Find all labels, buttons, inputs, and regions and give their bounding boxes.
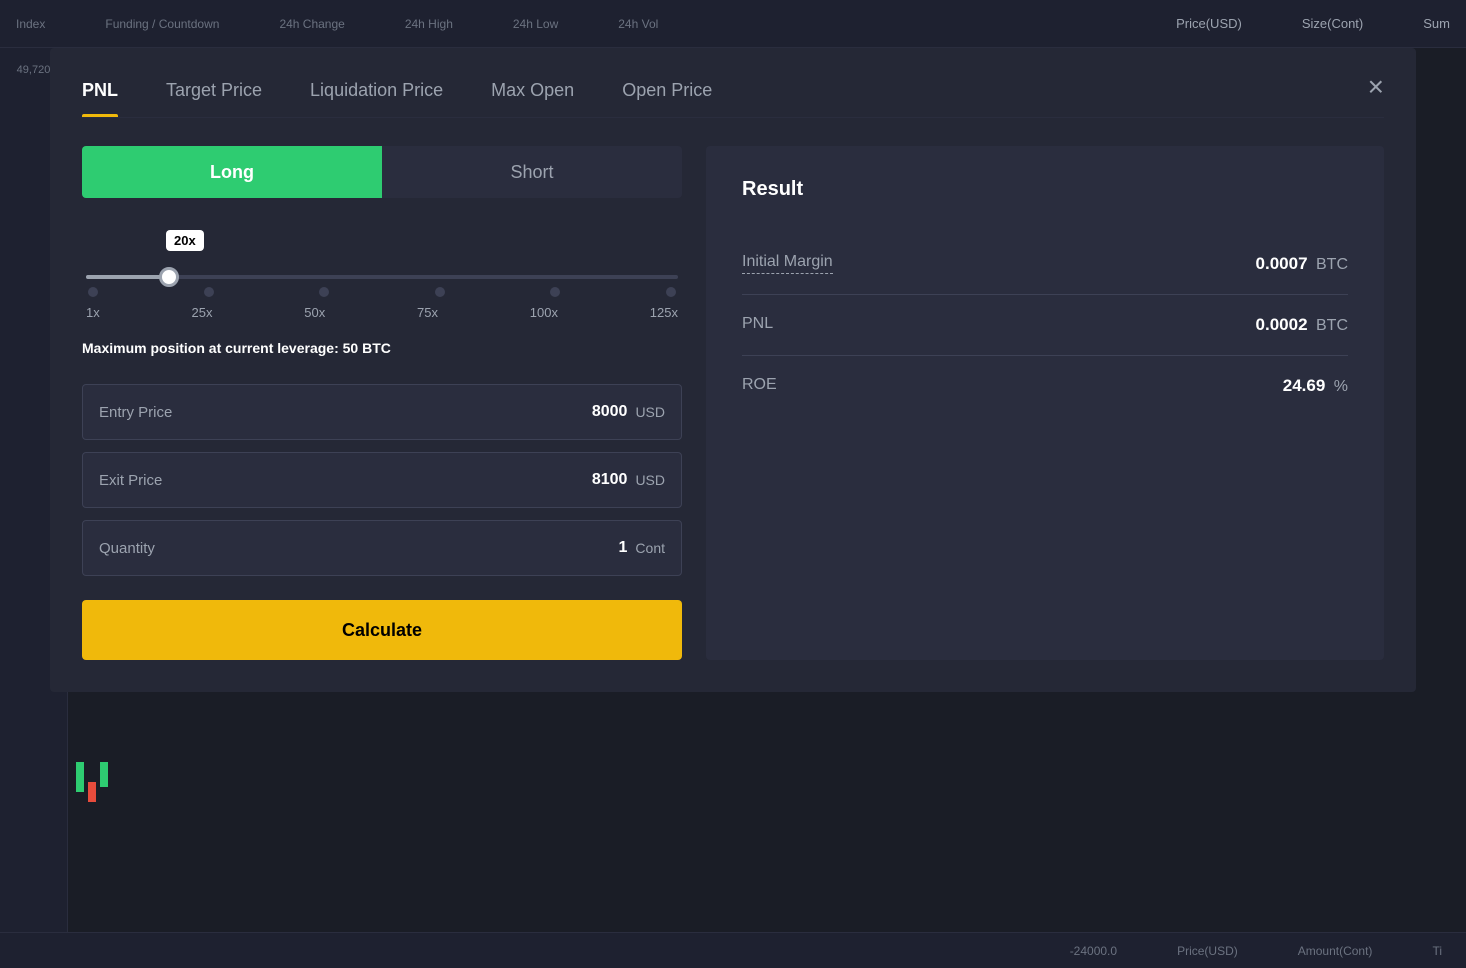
initial-margin-row: Initial Margin 0.0007 BTC [742,233,1348,295]
roe-label: ROE [742,376,777,396]
roe-value: 24.69 % [1283,376,1348,396]
quantity-label: Quantity [99,540,619,557]
index-label: Index [16,17,45,31]
slider-dot-25 [204,287,214,297]
long-short-toggle: Long Short [82,146,682,198]
exit-price-unit: USD [635,472,665,488]
candle [100,762,108,787]
pnl-label: PNL [742,315,773,335]
slider-label-1x: 1x [86,305,100,320]
tab-target-price[interactable]: Target Price [142,72,286,117]
initial-margin-number: 0.0007 [1256,254,1308,273]
slider-label-75x: 75x [417,305,438,320]
max-position-text: Maximum position at current leverage: 50… [82,340,682,356]
slider-label-50x: 50x [304,305,325,320]
slider-dots [86,287,678,297]
slider-label-100x: 100x [530,305,558,320]
max-pos-value: 50 [343,340,359,356]
entry-price-unit: USD [635,404,665,420]
bottom-price-neg: -24000.0 [1070,944,1117,958]
size-cont-header: Size(Cont) [1302,16,1363,31]
left-panel: Long Short 20x [82,146,682,660]
pnl-number: 0.0002 [1256,315,1308,334]
entry-price-value[interactable]: 8000 [592,403,628,421]
initial-margin-label: Initial Margin [742,253,833,274]
pnl-row: PNL 0.0002 BTC [742,295,1348,356]
calculator-modal: PNL Target Price Liquidation Price Max O… [50,48,1416,692]
slider-dot-1 [88,287,98,297]
slider-fill [86,275,169,279]
tab-bar: PNL Target Price Liquidation Price Max O… [82,72,1384,118]
input-group: Entry Price 8000 USD Exit Price 8100 USD… [82,384,682,576]
change-label: 24h Change [279,17,344,31]
max-pos-unit: BTC [362,340,391,356]
result-title: Result [742,178,1348,201]
quantity-unit: Cont [635,540,665,556]
slider-dot-75 [435,287,445,297]
vol-label: 24h Vol [618,17,658,31]
slider-track [86,275,678,279]
roe-row: ROE 24.69 % [742,356,1348,416]
low-label: 24h Low [513,17,558,31]
price-usd-header: Price(USD) [1176,16,1242,31]
leverage-slider-area: 20x 1x [82,230,682,324]
roe-unit: % [1334,378,1348,395]
tab-open-price[interactable]: Open Price [598,72,736,117]
bottom-bar: -24000.0 Price(USD) Amount(Cont) Ti [0,932,1466,968]
leverage-label: 20x [166,230,204,251]
initial-margin-unit: BTC [1316,256,1348,273]
pnl-value: 0.0002 BTC [1256,315,1348,335]
price-tick: 49,720 [17,64,51,76]
top-bar: Index Funding / Countdown 24h Change 24h… [0,0,1466,48]
initial-margin-value: 0.0007 BTC [1256,254,1348,274]
bottom-price-usd: Price(USD) [1177,944,1238,958]
slider-labels: 1x 25x 50x 75x 100x 125x [86,305,678,320]
slider-thumb[interactable] [159,267,179,287]
slider-label-25x: 25x [192,305,213,320]
short-button[interactable]: Short [382,146,682,198]
max-pos-prefix: Maximum position at current leverage: [82,340,339,356]
modal-body: Long Short 20x [82,146,1384,660]
exit-price-label: Exit Price [99,472,592,489]
slider-dot-125 [666,287,676,297]
candle [76,762,84,792]
candle [88,782,96,802]
slider-dot-100 [550,287,560,297]
slider-track-wrapper: 1x 25x 50x 75x 100x 125x [86,259,678,324]
sum-header: Sum [1423,16,1450,31]
bottom-amount-cont: Amount(Cont) [1298,944,1373,958]
quantity-row: Quantity 1 Cont [82,520,682,576]
bottom-ti: Ti [1432,944,1442,958]
tab-max-open[interactable]: Max Open [467,72,598,117]
pnl-unit: BTC [1316,317,1348,334]
result-panel: Result Initial Margin 0.0007 BTC PNL 0.0… [706,146,1384,660]
roe-number: 24.69 [1283,376,1326,395]
quantity-value[interactable]: 1 [619,539,628,557]
tab-liquidation-price[interactable]: Liquidation Price [286,72,467,117]
exit-price-value[interactable]: 8100 [592,471,628,489]
slider-dot-50 [319,287,329,297]
calculate-button[interactable]: Calculate [82,600,682,660]
close-button[interactable]: × [1368,73,1384,117]
funding-label: Funding / Countdown [105,17,219,31]
entry-price-row: Entry Price 8000 USD [82,384,682,440]
long-button[interactable]: Long [82,146,382,198]
slider-label-125x: 125x [650,305,678,320]
high-label: 24h High [405,17,453,31]
exit-price-row: Exit Price 8100 USD [82,452,682,508]
tab-pnl[interactable]: PNL [82,72,142,117]
entry-price-label: Entry Price [99,404,592,421]
